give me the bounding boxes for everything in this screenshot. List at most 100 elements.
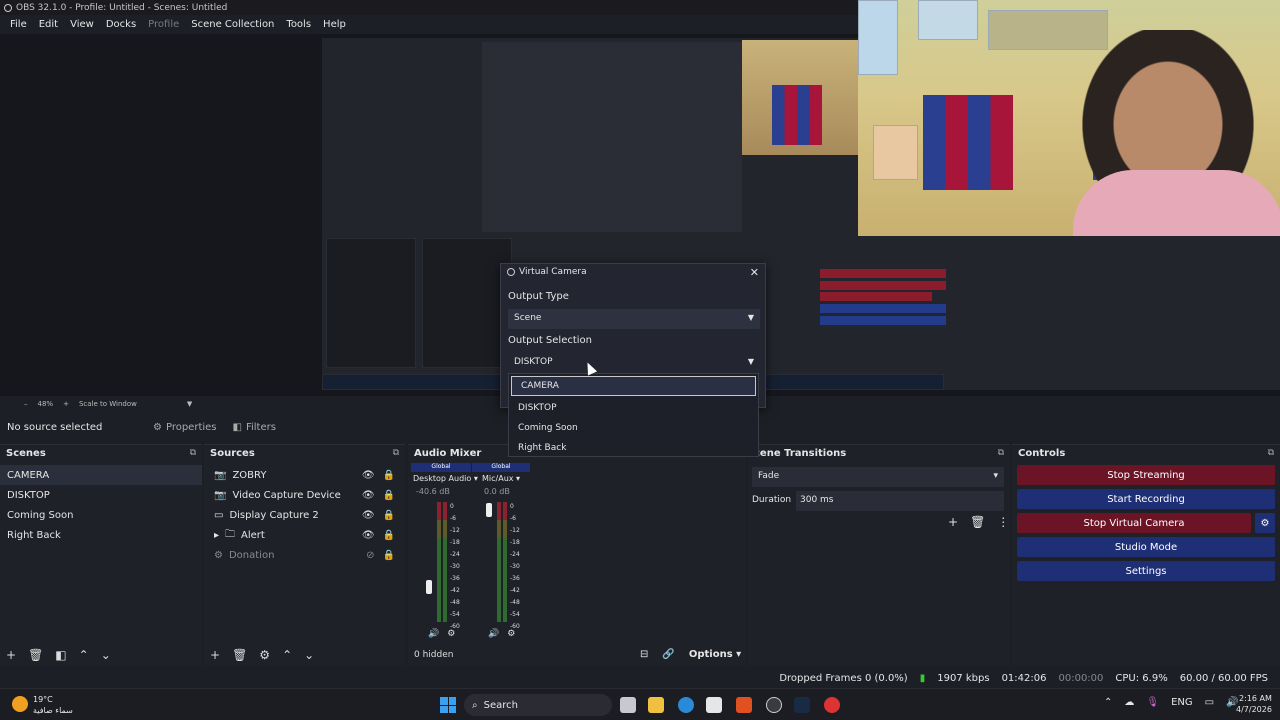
clock-time: 2:16 AM [1239,694,1272,703]
studio-mode-button[interactable]: Studio Mode [1017,537,1275,557]
close-icon[interactable]: ✕ [750,266,759,279]
filters-button[interactable]: ◧ Filters [233,422,276,433]
lock-icon[interactable]: 🔒 [383,470,395,481]
source-item[interactable]: 📷 Video Capture Device 👁 🔒 [204,485,405,505]
dropdown-option-camera[interactable]: CAMERA [511,376,756,396]
source-item[interactable]: ▭ Display Capture 2 👁 🔒 [204,505,405,525]
stop-streaming-button[interactable]: Stop Streaming [1017,465,1275,485]
dropdown-option-disktop[interactable]: DISKTOP [509,398,758,418]
virtual-camera-settings-button[interactable]: ⚙ [1255,513,1275,533]
trash-icon[interactable]: 🗑 [28,648,43,662]
weather-icon[interactable] [12,696,28,712]
volume-slider-handle[interactable] [426,580,432,594]
menu-edit[interactable]: Edit [33,19,64,30]
menu-view[interactable]: View [64,19,100,30]
channel-name[interactable]: Mic/Aux ▾ [482,474,520,483]
weather-widget[interactable]: 19°C سماء صافية [33,694,73,716]
menu-file[interactable]: File [4,19,33,30]
trash-icon[interactable]: 🗑 [970,515,985,529]
chrome-icon[interactable] [824,697,840,713]
start-recording-button[interactable]: Start Recording [1017,489,1275,509]
undock-icon[interactable]: ⧉ [393,448,399,458]
lock-icon[interactable]: 🔒 [383,530,395,541]
webcam-feed-nested [742,40,858,155]
scene-item-coming-soon[interactable]: Coming Soon [0,505,202,525]
scene-item-disktop[interactable]: DISKTOP [0,485,202,505]
network-icon[interactable]: ▭ [1205,697,1214,708]
eye-icon[interactable]: 👁 [362,510,375,521]
db-tick: -36 [450,575,460,582]
cloud-icon[interactable]: ☁ [1124,697,1134,708]
filter-icon[interactable]: ◧ [55,648,66,662]
add-icon[interactable]: + [6,648,16,662]
zoom-minus[interactable]: – [24,400,28,408]
clock[interactable]: 2:16 AM 4/7/2026 [1236,693,1272,715]
scene-item-camera[interactable]: CAMERA [0,465,202,485]
volume-slider-handle[interactable] [486,503,492,517]
source-item[interactable]: ▸ 🗀 Alert 👁 🔒 [204,525,405,545]
menu-scene-collection[interactable]: Scene Collection [185,19,280,30]
scene-item-right-back[interactable]: Right Back [0,525,202,545]
move-down-icon[interactable]: ⌄ [101,648,111,662]
layout-icon[interactable]: ⊟ [640,649,648,660]
gear-icon[interactable]: ⚙ [259,648,270,662]
chevron-down-icon[interactable]: ▼ [187,400,192,408]
mic-icon[interactable]: 🎙 [1146,697,1159,708]
add-icon[interactable]: + [210,648,220,662]
undock-icon[interactable]: ⧉ [190,448,196,458]
menu-docks[interactable]: Docks [100,19,142,30]
menu-help[interactable]: Help [317,19,352,30]
speaker-icon[interactable]: 🔊 [428,629,439,639]
settings-button[interactable]: Settings [1017,561,1275,581]
trash-icon[interactable]: 🗑 [232,648,247,662]
lock-icon[interactable]: 🔒 [383,510,395,521]
source-item[interactable]: ⚙ Donation ⊘ 🔒 [204,545,405,565]
scale-mode[interactable]: Scale to Window [79,400,137,408]
brave-icon[interactable] [736,697,752,713]
output-selection-select[interactable]: DISKTOP ▼ [508,353,760,373]
lock-icon[interactable]: 🔒 [383,550,395,561]
expand-arrow-icon[interactable]: ▸ [214,530,219,541]
gear-icon[interactable]: ⚙ [507,629,515,639]
move-up-icon[interactable]: ⌃ [79,648,89,662]
link-icon[interactable]: 🔗 [662,649,674,660]
eye-hidden-icon[interactable]: ⊘ [366,550,374,561]
steam-icon[interactable] [794,697,810,713]
obs-icon[interactable] [766,697,782,713]
dropdown-option-right-back[interactable]: Right Back [509,438,758,458]
add-icon[interactable]: + [948,515,958,529]
lock-icon[interactable]: 🔒 [383,490,395,501]
dropdown-option-coming-soon[interactable]: Coming Soon [509,418,758,438]
taskbar-search[interactable]: ⌕ Search [464,694,612,716]
store-icon[interactable] [706,697,722,713]
db-tick: -48 [510,599,520,606]
edge-icon[interactable] [678,697,694,713]
menu-tools[interactable]: Tools [280,19,317,30]
chevron-up-icon[interactable]: ⌃ [1104,697,1112,708]
more-icon[interactable]: ⋮ [997,515,1009,529]
channel-name[interactable]: Desktop Audio ▾ [413,474,478,483]
undock-icon[interactable]: ⧉ [1268,448,1274,458]
eye-icon[interactable]: 👁 [362,470,375,481]
transition-select[interactable]: Fade ▾ [752,467,1004,487]
eye-icon[interactable]: 👁 [362,490,375,501]
move-down-icon[interactable]: ⌄ [304,648,314,662]
source-item[interactable]: 📷 ZOBRY 👁 🔒 [204,465,405,485]
zoom-plus[interactable]: + [63,400,69,408]
duration-input[interactable]: 300 ms [796,491,1004,511]
language-indicator[interactable]: ENG [1171,697,1193,708]
speaker-icon[interactable]: 🔊 [488,629,499,639]
file-explorer-icon[interactable] [648,697,664,713]
options-button[interactable]: Options ▾ [689,649,741,660]
windows-start-icon[interactable] [440,697,456,713]
task-view-icon[interactable] [620,697,636,713]
menu-profile[interactable]: Profile [142,19,185,30]
move-up-icon[interactable]: ⌃ [282,648,292,662]
stop-virtual-camera-button[interactable]: Stop Virtual Camera [1017,513,1251,533]
output-type-select[interactable]: Scene ▼ [508,309,760,329]
undock-icon[interactable]: ⧉ [998,448,1004,458]
eye-icon[interactable]: 👁 [362,530,375,541]
poster-image [858,0,898,75]
properties-button[interactable]: ⚙ Properties [153,422,217,433]
gear-icon[interactable]: ⚙ [447,629,455,639]
